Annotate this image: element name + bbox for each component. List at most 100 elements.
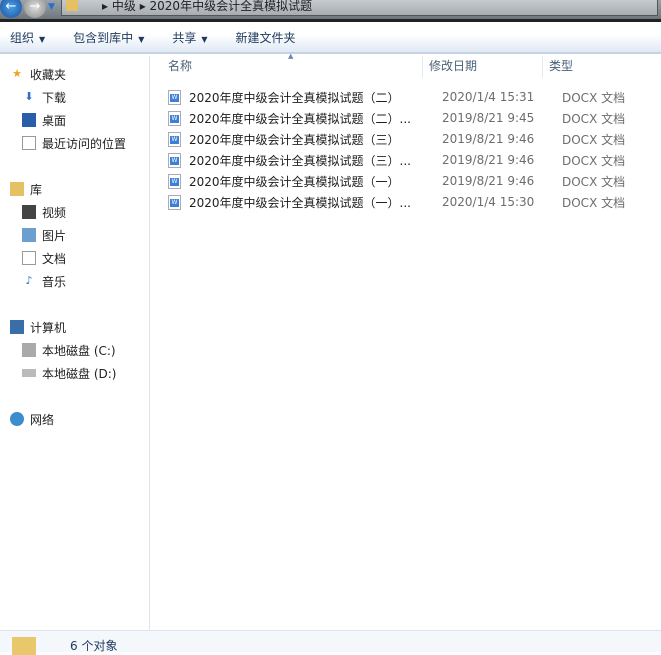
column-header-name[interactable]: 名称 [168, 57, 192, 77]
file-type: DOCX 文档 [562, 174, 626, 189]
share-button[interactable]: 共享 ▼ [172, 29, 207, 46]
file-row[interactable]: 2020年度中级会计全真模拟试题（二） 2020/1/4 15:31 DOCX 文档 [168, 87, 628, 107]
sidebar-item-favorites[interactable]: ★ 收藏夹 [10, 65, 66, 83]
docx-file-icon [168, 89, 181, 105]
chevron-down-icon: ▼ [138, 34, 145, 44]
docx-file-icon [168, 194, 181, 210]
recent-places-icon [22, 136, 36, 150]
sidebar-item-documents[interactable]: 文档 [22, 249, 66, 267]
new-folder-button[interactable]: 新建文件夹 [236, 29, 296, 46]
sidebar-label: 视频 [42, 205, 67, 220]
breadcrumb-separator-icon: ▸ [102, 0, 112, 13]
breadcrumb-item[interactable]: 中级 [112, 0, 136, 13]
sidebar-label: 最近访问的位置 [42, 136, 127, 151]
sidebar-item-music[interactable]: ♪ 音乐 [22, 272, 66, 290]
download-folder-icon: ⬇ [24, 90, 34, 103]
sidebar-item-videos[interactable]: 视频 [22, 203, 66, 221]
document-icon [22, 251, 36, 265]
drive-icon [22, 343, 36, 357]
file-name: 2020年度中级会计全真模拟试题（二）... [189, 111, 411, 126]
music-icon: ♪ [25, 274, 33, 287]
column-header-date[interactable]: 修改日期 [429, 57, 477, 77]
include-library-label: 包含到库中 [73, 30, 134, 45]
forward-button[interactable]: → [24, 0, 46, 18]
sidebar-label: 网络 [30, 412, 55, 427]
sidebar-label: 音乐 [42, 274, 67, 289]
file-date: 2019/8/21 9:46 [442, 132, 535, 146]
breadcrumb-separator-icon: ▸ [139, 0, 150, 13]
sort-ascending-icon: ▲ [288, 52, 294, 60]
share-label: 共享 [172, 30, 197, 45]
sidebar-label: 本地磁盘 (D:) [42, 366, 117, 381]
sidebar-label: 文档 [42, 251, 67, 266]
drive-icon [22, 369, 36, 377]
sidebar-item-recent[interactable]: 最近访问的位置 [22, 134, 126, 152]
file-date: 2019/8/21 9:46 [442, 174, 535, 188]
file-name: 2020年度中级会计全真模拟试题（一）... [189, 195, 411, 210]
file-name: 2020年度中级会计全真模拟试题（一） [189, 174, 400, 189]
include-in-library-button[interactable]: 包含到库中 ▼ [73, 29, 144, 46]
sidebar-item-libraries[interactable]: 库 [10, 180, 42, 198]
sidebar-label: 本地磁盘 (C:) [42, 343, 116, 358]
picture-icon [22, 228, 36, 242]
video-icon [22, 205, 36, 219]
address-input[interactable]: ▸ 中级 ▸ 2020年中级会计全真模拟试题 [61, 0, 658, 16]
sidebar-item-network[interactable]: 网络 [10, 410, 54, 428]
sidebar-item-drive-c[interactable]: 本地磁盘 (C:) [22, 341, 116, 359]
file-name: 2020年度中级会计全真模拟试题（二） [189, 90, 400, 105]
column-divider[interactable] [422, 56, 423, 78]
docx-file-icon [168, 173, 181, 189]
sidebar-label: 下载 [42, 90, 67, 105]
folder-icon [66, 0, 78, 11]
sidebar-label: 图片 [42, 228, 67, 243]
file-name: 2020年度中级会计全真模拟试题（三）... [189, 153, 411, 168]
file-name: 2020年度中级会计全真模拟试题（三） [189, 132, 400, 147]
desktop-icon [22, 113, 36, 127]
file-row[interactable]: 2020年度中级会计全真模拟试题（三） 2019/8/21 9:46 DOCX 文档 [168, 129, 628, 149]
sidebar-label: 计算机 [30, 320, 67, 335]
organize-label: 组织 [10, 30, 35, 45]
file-row[interactable]: 2020年度中级会计全真模拟试题（二）... 2019/8/21 9:45 DOCX… [168, 108, 628, 128]
file-type: DOCX 文档 [562, 132, 626, 147]
column-divider[interactable] [542, 56, 543, 78]
sidebar-label: 库 [30, 182, 43, 197]
file-row[interactable]: 2020年度中级会计全真模拟试题（一） 2019/8/21 9:46 DOCX 文档 [168, 171, 628, 191]
library-icon [10, 182, 24, 196]
sidebar-item-computer[interactable]: 计算机 [10, 318, 66, 336]
file-type: DOCX 文档 [562, 153, 626, 168]
file-row[interactable]: 2020年度中级会计全真模拟试题（三）... 2019/8/21 9:46 DOCX… [168, 150, 628, 170]
organize-button[interactable]: 组织 ▼ [10, 29, 45, 46]
docx-file-icon [168, 152, 181, 168]
sidebar-item-pictures[interactable]: 图片 [22, 226, 66, 244]
file-date: 2020/1/4 15:31 [442, 90, 535, 104]
file-type: DOCX 文档 [562, 90, 626, 105]
file-type: DOCX 文档 [562, 111, 626, 126]
file-type: DOCX 文档 [562, 195, 626, 210]
file-row[interactable]: 2020年度中级会计全真模拟试题（一）... 2020/1/4 15:30 DOCX… [168, 192, 628, 212]
docx-file-icon [168, 131, 181, 147]
item-count: 6 个对象 [70, 639, 118, 653]
docx-file-icon [168, 110, 181, 126]
network-icon [10, 412, 24, 426]
sidebar-item-drive-d[interactable]: 本地磁盘 (D:) [22, 364, 116, 382]
sidebar-label: 收藏夹 [30, 67, 67, 82]
sidebar-item-desktop[interactable]: 桌面 [22, 111, 66, 129]
sidebar-label: 桌面 [42, 113, 67, 128]
back-button[interactable]: ← [0, 0, 22, 18]
file-date: 2019/8/21 9:46 [442, 153, 535, 167]
chevron-down-icon: ▼ [201, 34, 208, 44]
sidebar-item-downloads[interactable]: ⬇ 下载 [22, 88, 66, 106]
file-date: 2020/1/4 15:30 [442, 195, 535, 209]
chevron-down-icon: ▼ [39, 34, 46, 44]
recent-pages-dropdown[interactable]: ▼ [48, 2, 55, 12]
address-bar-area: ← → ▼ ▸ 中级 ▸ 2020年中级会计全真模拟试题 [0, 0, 661, 22]
computer-icon [10, 320, 24, 334]
star-icon: ★ [12, 67, 22, 80]
navigation-pane: ★ 收藏夹 ⬇ 下载 桌面 最近访问的位置 库 视频 图片 文档 ♪ 音乐 计算机 本… [0, 56, 150, 630]
status-bar: 6 个对象 [0, 630, 661, 655]
folder-icon [12, 637, 36, 655]
column-header-type[interactable]: 类型 [549, 57, 573, 77]
file-date: 2019/8/21 9:45 [442, 111, 535, 125]
command-bar: 组织 ▼ 包含到库中 ▼ 共享 ▼ 新建文件夹 [0, 22, 661, 54]
breadcrumb-item[interactable]: 2020年中级会计全真模拟试题 [150, 0, 313, 13]
